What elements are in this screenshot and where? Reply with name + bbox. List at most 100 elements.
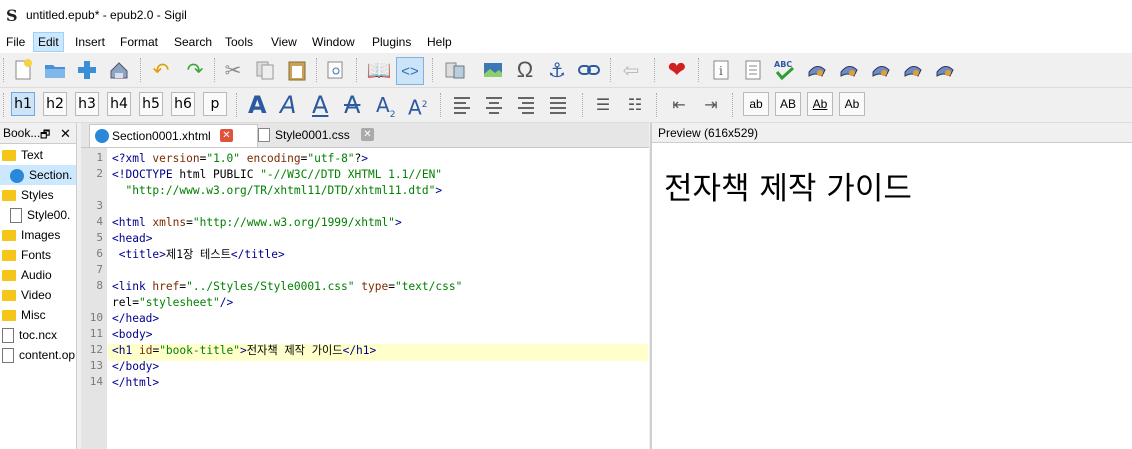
file-toc-ncx[interactable]: toc.ncx xyxy=(2,325,78,345)
info-icon[interactable]: i xyxy=(708,57,734,83)
heading-h1-button[interactable]: h1 xyxy=(11,92,35,116)
toolbar-separator xyxy=(3,58,6,82)
bullet-list-icon[interactable]: ☰ xyxy=(590,92,616,118)
book-browser-title: Book... xyxy=(3,126,41,140)
heading-h3-button[interactable]: h3 xyxy=(75,92,99,116)
anchor-icon[interactable]: ⚓ xyxy=(544,57,570,83)
undo-icon[interactable]: ↶ xyxy=(148,57,174,83)
code-line: rel="stylesheet"/> xyxy=(112,296,234,309)
heading-h6-button[interactable]: h6 xyxy=(171,92,195,116)
paste-icon[interactable] xyxy=(284,57,310,83)
heading-h4-button[interactable]: h4 xyxy=(107,92,131,116)
copy-icon[interactable] xyxy=(252,57,278,83)
folder-audio[interactable]: Audio xyxy=(2,265,78,285)
toc-icon[interactable] xyxy=(740,57,766,83)
book-browser-header: Book... 🗗 ✕ xyxy=(0,123,76,144)
plugin-4-icon[interactable] xyxy=(900,57,926,83)
line-number: 14 xyxy=(89,375,103,388)
plugin-2-icon[interactable] xyxy=(836,57,862,83)
svg-text:i: i xyxy=(719,64,723,78)
menu-file[interactable]: File xyxy=(2,33,29,51)
file-icon xyxy=(2,328,14,344)
italic-icon[interactable]: A xyxy=(280,90,296,120)
spellcheck-icon[interactable]: ABC xyxy=(772,57,798,83)
menu-edit[interactable]: Edit xyxy=(33,32,64,52)
line-number: 13 xyxy=(89,359,103,372)
go-back-icon[interactable]: ⇦ xyxy=(618,57,644,83)
toolbar-separator xyxy=(356,58,359,82)
tab-style0001[interactable]: Style0001.css ✕ xyxy=(253,124,400,146)
css-file-icon xyxy=(258,128,270,142)
line-number-gutter: 1 2 3 4 5 6 7 8 10 11 12 13 14 xyxy=(81,148,107,449)
code-line: </html> xyxy=(112,376,160,389)
line-number: 11 xyxy=(89,327,103,340)
save-icon[interactable] xyxy=(106,57,132,83)
lowercase-button[interactable]: ab xyxy=(743,92,769,116)
folder-text[interactable]: Text xyxy=(2,145,78,165)
menu-view[interactable]: View xyxy=(267,33,301,51)
book-view-icon[interactable]: 📖 xyxy=(366,57,392,83)
special-character-icon[interactable]: Ω xyxy=(512,57,538,83)
menu-search[interactable]: Search xyxy=(170,33,216,51)
new-file-icon[interactable] xyxy=(10,57,36,83)
file-section0001[interactable]: Section. xyxy=(0,165,76,185)
toolbar-separator xyxy=(698,58,701,82)
menu-help[interactable]: Help xyxy=(423,33,456,51)
line-number: 7 xyxy=(96,263,103,276)
toolbar-separator xyxy=(654,58,657,82)
titlecase-button[interactable]: Ab xyxy=(807,92,833,116)
align-left-icon[interactable] xyxy=(452,94,472,116)
align-right-icon[interactable] xyxy=(516,94,536,116)
folder-video[interactable]: Video xyxy=(2,285,78,305)
capitalize-button[interactable]: Ab xyxy=(839,92,865,116)
plugin-1-icon[interactable] xyxy=(804,57,830,83)
menu-format[interactable]: Format xyxy=(116,33,162,51)
cut-icon[interactable]: ✂ xyxy=(220,57,246,83)
align-center-icon[interactable] xyxy=(484,94,504,116)
link-icon[interactable] xyxy=(576,57,602,83)
increase-indent-icon[interactable]: ⇥ xyxy=(698,92,724,118)
code-line: <html xmlns="http://www.w3.org/1999/xhtm… xyxy=(112,216,402,229)
paragraph-button[interactable]: p xyxy=(203,92,227,116)
tab-section0001[interactable]: Section0001.xhtml ✕ xyxy=(89,124,258,147)
menu-tools[interactable]: Tools xyxy=(221,33,257,51)
float-panel-icon[interactable]: 🗗 xyxy=(40,126,50,145)
strikethrough-icon[interactable]: A xyxy=(344,90,360,120)
bold-icon[interactable]: A xyxy=(248,90,267,120)
code-view-icon[interactable]: <> xyxy=(396,57,424,85)
superscript-icon[interactable]: A2 xyxy=(408,90,427,123)
plugin-5-icon[interactable] xyxy=(932,57,958,83)
folder-fonts[interactable]: Fonts xyxy=(2,245,78,265)
close-panel-icon[interactable]: ✕ xyxy=(60,126,71,142)
menu-insert[interactable]: Insert xyxy=(71,33,109,51)
uppercase-button[interactable]: AB xyxy=(775,92,801,116)
split-icon[interactable] xyxy=(442,57,468,83)
plugin-3-icon[interactable] xyxy=(868,57,894,83)
heading-h2-button[interactable]: h2 xyxy=(43,92,67,116)
book-browser-panel: Book... 🗗 ✕ Text Section. Styles Style00… xyxy=(0,123,77,449)
close-tab-icon[interactable]: ✕ xyxy=(361,128,374,141)
numbered-list-icon[interactable]: ☷ xyxy=(622,92,648,118)
redo-icon[interactable]: ↷ xyxy=(182,57,208,83)
preview-panel: Preview (616x529) 전자책 제작 가이드 xyxy=(652,123,1132,449)
align-justify-icon[interactable] xyxy=(548,94,568,116)
underline-icon[interactable]: A xyxy=(312,90,328,120)
heading-h5-button[interactable]: h5 xyxy=(139,92,163,116)
folder-styles[interactable]: Styles xyxy=(2,185,78,205)
decrease-indent-icon[interactable]: ⇤ xyxy=(666,92,692,118)
open-folder-icon[interactable] xyxy=(42,57,68,83)
print-preview-icon[interactable] xyxy=(322,57,348,83)
heart-icon[interactable]: ❤ xyxy=(664,57,690,83)
menu-plugins[interactable]: Plugins xyxy=(368,33,415,51)
folder-images[interactable]: Images xyxy=(2,225,78,245)
insert-image-icon[interactable] xyxy=(480,57,506,83)
toolbar-separator xyxy=(440,93,443,117)
folder-misc[interactable]: Misc xyxy=(2,305,78,325)
toolbar-separator xyxy=(582,93,585,117)
file-content-opf[interactable]: content.op xyxy=(2,345,76,365)
close-tab-icon[interactable]: ✕ xyxy=(220,129,233,142)
file-style0001[interactable]: Style00. xyxy=(0,205,76,225)
folder-icon xyxy=(2,290,16,302)
menu-window[interactable]: Window xyxy=(308,33,359,51)
add-file-icon[interactable] xyxy=(74,57,100,83)
